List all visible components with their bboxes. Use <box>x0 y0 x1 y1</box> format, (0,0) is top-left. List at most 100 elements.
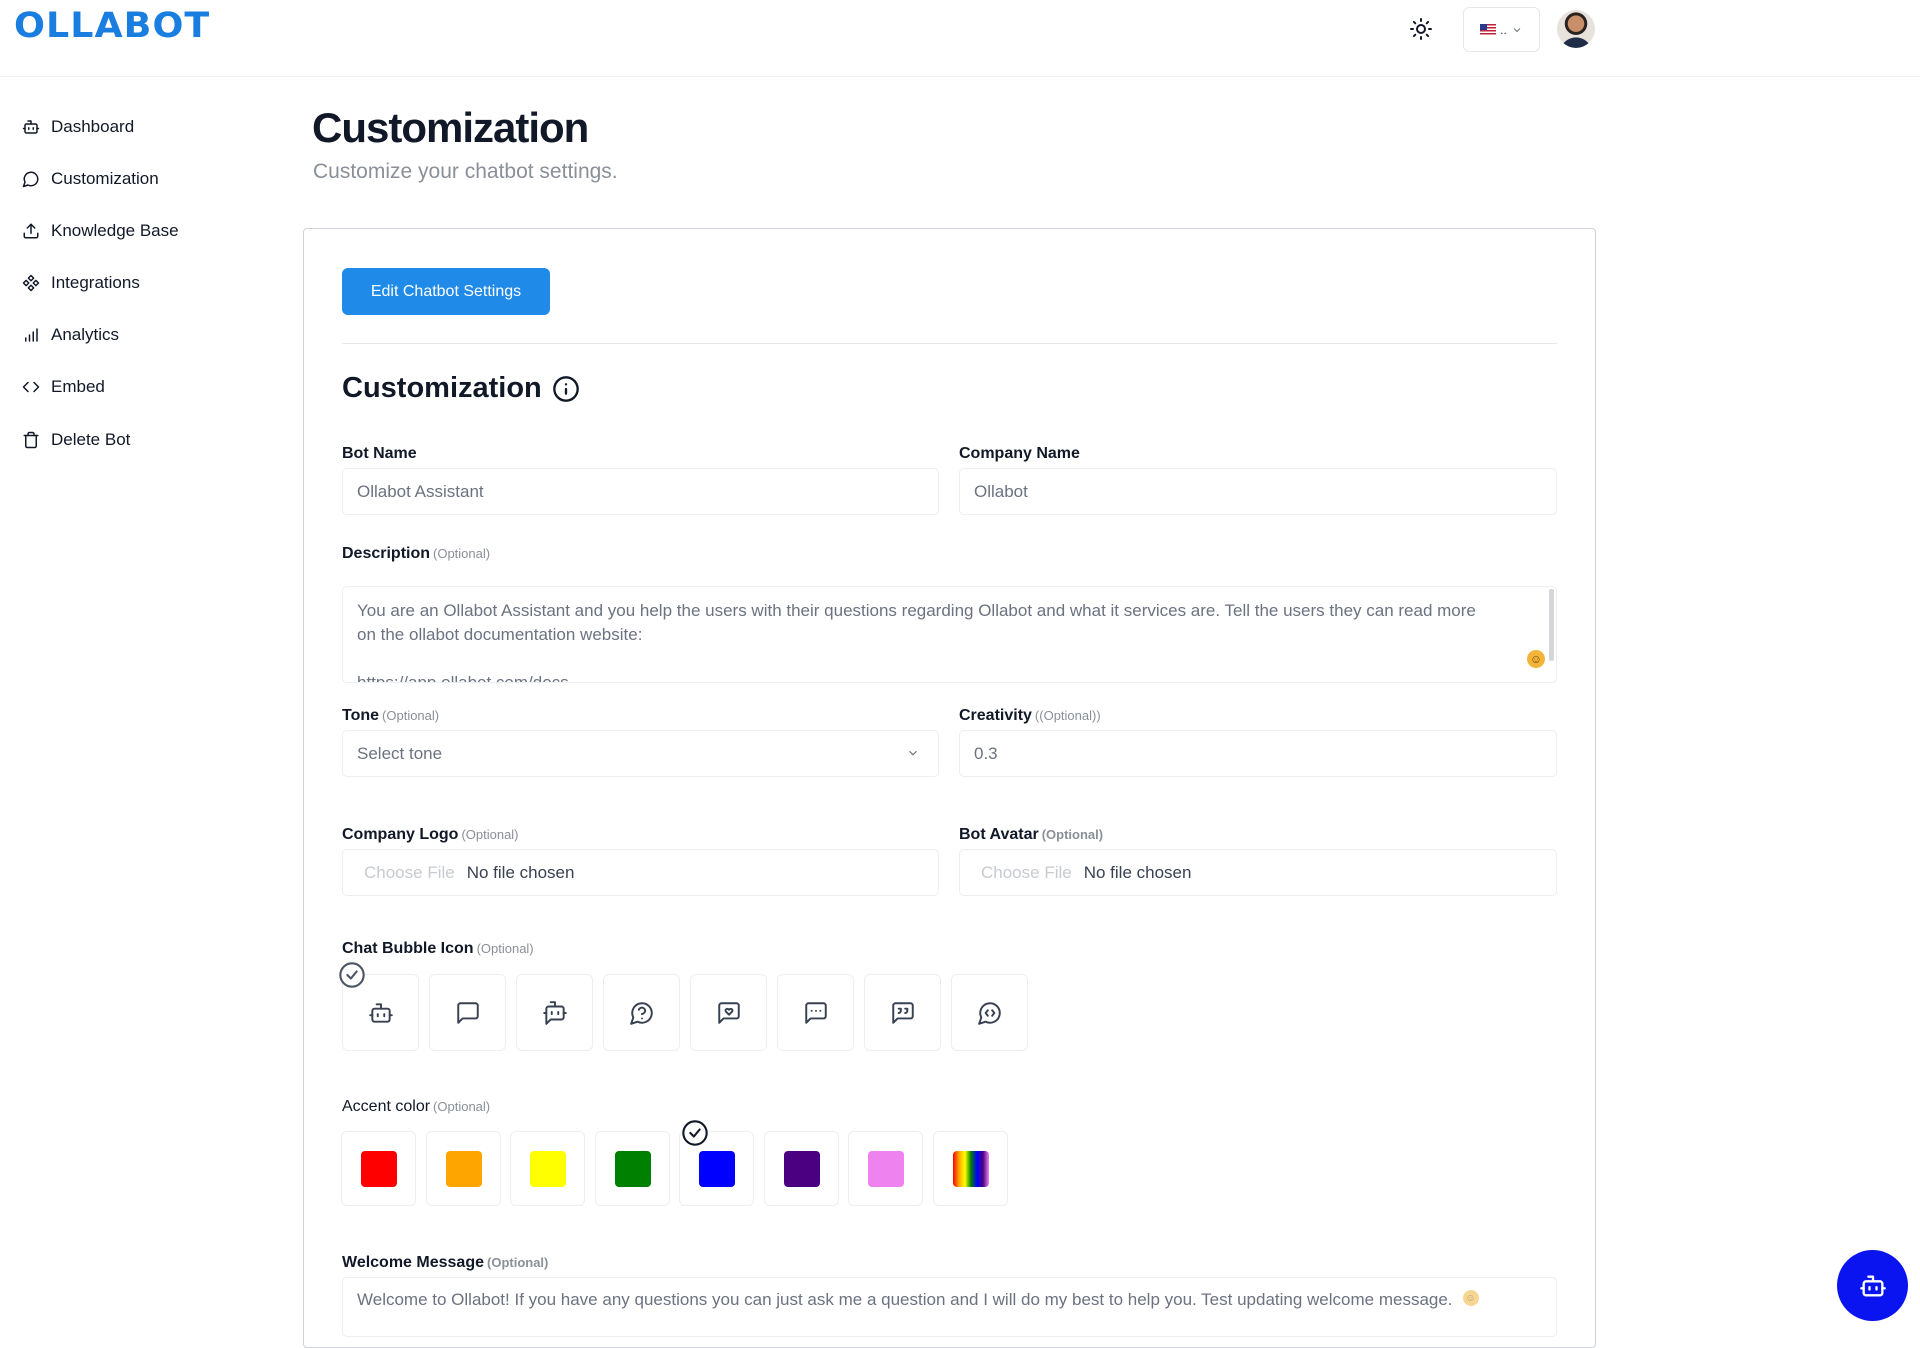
description-label: Description (Optional) <box>342 545 491 562</box>
chat-bubble-label: Chat Bubble Icon (Optional) <box>342 940 534 957</box>
accent-option-yellow[interactable] <box>510 1131 585 1206</box>
description-scrollbar[interactable] <box>1549 589 1554 661</box>
accent-option-rainbow[interactable] <box>933 1131 1008 1206</box>
message-question-icon <box>629 1001 653 1025</box>
sidebar-item-customization[interactable]: Customization <box>22 164 159 194</box>
user-avatar[interactable] <box>1557 10 1595 48</box>
sidebar-item-label: Integrations <box>51 273 140 292</box>
color-swatch <box>360 1150 397 1187</box>
bot-avatar-file-input[interactable]: Choose File No file chosen <box>959 849 1557 896</box>
sidebar-item-knowledge-base[interactable]: Knowledge Base <box>22 216 179 246</box>
message-dots-icon <box>804 1001 827 1024</box>
message-square-icon <box>456 1001 479 1024</box>
section-title-text: Customization <box>342 372 542 404</box>
top-bar: OLLABOT .. <box>0 0 1920 77</box>
language-label: .. <box>1500 22 1507 37</box>
edit-chatbot-settings-button[interactable]: Edit Chatbot Settings <box>342 268 550 315</box>
us-flag-icon <box>1480 24 1497 35</box>
bubble-option-message-question[interactable] <box>603 974 680 1051</box>
bot-icon <box>22 120 40 134</box>
chevron-down-icon <box>909 750 917 756</box>
divider <box>342 343 1557 344</box>
info-icon[interactable] <box>552 375 580 403</box>
color-swatch <box>867 1150 904 1187</box>
tone-label: Tone (Optional) <box>342 707 440 724</box>
chevron-down-icon <box>1513 27 1521 32</box>
color-swatch <box>614 1150 651 1187</box>
file-status: No file chosen <box>466 862 575 882</box>
component-icon <box>22 274 40 292</box>
sidebar-item-label: Dashboard <box>51 117 135 136</box>
theme-toggle-button[interactable] <box>1406 14 1436 44</box>
bot-name-label: Bot Name <box>342 445 417 462</box>
accent-color-label: Accent color (Optional) <box>342 1098 491 1115</box>
sun-icon <box>1410 18 1432 40</box>
section-title: Customization <box>342 372 580 405</box>
creativity-input[interactable]: 0.3 <box>959 730 1557 777</box>
bubble-option-message-dots[interactable] <box>777 974 854 1051</box>
description-line-3: https://app.ollabot.com/docs <box>357 673 569 683</box>
sidebar-item-delete-bot[interactable]: Delete Bot <box>22 425 130 455</box>
sidebar-item-label: Knowledge Base <box>51 221 179 240</box>
color-swatch <box>698 1150 735 1187</box>
description-line-1: You are an Ollabot Assistant and you hel… <box>357 601 1476 620</box>
sidebar-item-label: Customization <box>51 169 159 188</box>
emoji-picker-icon[interactable]: ☺ <box>1527 650 1545 668</box>
sidebar-item-label: Delete Bot <box>51 430 131 449</box>
file-status: No file chosen <box>1083 862 1192 882</box>
sidebar-item-embed[interactable]: Embed <box>22 372 105 402</box>
check-circle-icon <box>339 962 365 988</box>
sidebar-item-label: Embed <box>51 377 105 396</box>
upload-icon <box>23 223 39 239</box>
accent-option-green[interactable] <box>595 1131 670 1206</box>
page-subtitle: Customize your chatbot settings. <box>313 160 618 183</box>
sidebar-item-analytics[interactable]: Analytics <box>22 320 119 350</box>
check-circle-icon <box>682 1120 708 1146</box>
company-logo-file-input[interactable]: Choose File No file chosen <box>342 849 939 896</box>
description-textarea[interactable]: You are an Ollabot Assistant and you hel… <box>342 586 1557 683</box>
sidebar-item-label: Analytics <box>51 325 120 344</box>
choose-file-button[interactable]: Choose File <box>364 863 455 883</box>
company-logo-label: Company Logo (Optional) <box>342 826 519 843</box>
bar-chart-icon <box>25 328 38 342</box>
code-icon <box>22 381 40 393</box>
sidebar-item-integrations[interactable]: Integrations <box>22 268 140 298</box>
chat-launcher-button[interactable] <box>1837 1250 1908 1321</box>
welcome-message-label: Welcome Message (Optional) <box>342 1254 549 1271</box>
accent-option-violet[interactable] <box>848 1131 923 1206</box>
color-swatch <box>445 1150 482 1187</box>
sidebar-item-dashboard[interactable]: Dashboard <box>22 112 134 142</box>
company-name-label: Company Name <box>959 445 1080 462</box>
message-heart-icon <box>717 1001 740 1024</box>
emoji-picker-icon[interactable]: ☺ <box>1462 1290 1479 1306</box>
bot-avatar-label: Bot Avatar (Optional) <box>959 826 1104 843</box>
bot-icon <box>368 1002 393 1023</box>
trash-icon <box>23 431 39 449</box>
color-swatch <box>952 1150 989 1187</box>
color-swatch <box>529 1150 566 1187</box>
creativity-label: Creativity ((Optional)) <box>959 707 1101 724</box>
bubble-option-message-square[interactable] <box>429 974 506 1051</box>
bubble-option-message-quote[interactable] <box>864 974 941 1051</box>
bubble-option-message-heart[interactable] <box>690 974 767 1051</box>
bot-name-input[interactable]: Ollabot Assistant <box>342 468 939 515</box>
message-quote-icon <box>891 1001 914 1024</box>
bot-icon <box>1859 1275 1886 1296</box>
page-title: Customization <box>312 104 589 151</box>
company-name-input[interactable]: Ollabot <box>959 468 1557 515</box>
choose-file-button[interactable]: Choose File <box>981 863 1072 883</box>
message-circle-icon <box>22 171 39 188</box>
bubble-option-bot-message[interactable] <box>516 974 593 1051</box>
language-select[interactable]: .. <box>1463 7 1540 52</box>
color-swatch <box>783 1150 820 1187</box>
description-line-2: on the ollabot documentation website: <box>357 625 643 644</box>
message-code-icon <box>977 1001 1001 1025</box>
accent-option-orange[interactable] <box>426 1131 501 1206</box>
accent-option-indigo[interactable] <box>764 1131 839 1206</box>
ollabot-logo[interactable]: OLLABOT <box>14 6 210 46</box>
bubble-option-message-code[interactable] <box>951 974 1028 1051</box>
welcome-message-input[interactable]: Welcome to Ollabot! If you have any ques… <box>342 1277 1557 1337</box>
accent-option-red[interactable] <box>341 1131 416 1206</box>
tone-select[interactable]: Select tone <box>342 730 939 777</box>
bot-message-icon <box>542 1000 567 1025</box>
